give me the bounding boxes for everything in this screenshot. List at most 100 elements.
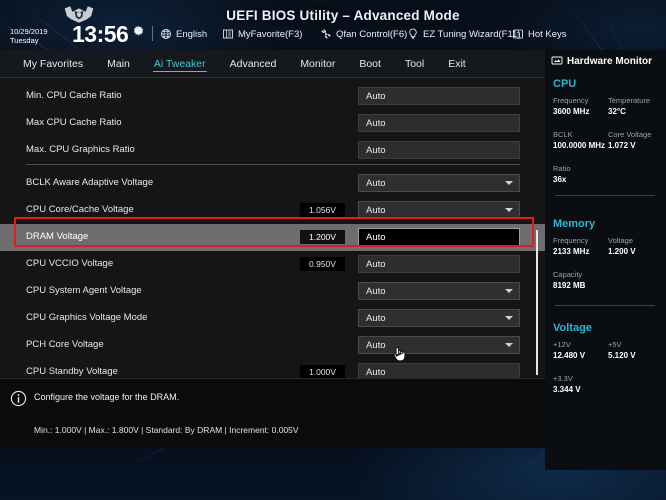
setting-dropdown[interactable]: Auto — [358, 201, 520, 219]
setting-label: DRAM Voltage — [26, 231, 89, 242]
setting-value-text: Auto — [366, 285, 386, 297]
setting-current-value: 1.200V — [300, 230, 345, 244]
settings-row[interactable]: CPU System Agent Voltage Auto — [0, 278, 545, 305]
date-display: 10/29/2019 Tuesday — [10, 27, 48, 45]
settings-row[interactable]: Max CPU Cache Ratio Auto — [0, 110, 545, 137]
gear-icon[interactable] — [132, 25, 145, 38]
sidebar-field-value: 3.344 V — [553, 385, 581, 394]
setting-input[interactable]: Auto — [358, 255, 520, 273]
sidebar-field-value: 3600 MHz — [553, 107, 590, 116]
hardware-monitor-title: Hardware Monitor — [567, 55, 653, 67]
sidebar-field-label: Ratio — [553, 164, 571, 173]
settings-row[interactable]: Max. CPU Graphics Ratio Auto — [0, 137, 545, 164]
settings-row[interactable]: DRAM Voltage 1.200V Auto — [0, 224, 545, 251]
tab-advanced[interactable]: Advanced — [229, 56, 278, 72]
myfavorite-button[interactable]: MyFavorite(F3) — [222, 28, 302, 40]
tab-my-favorites[interactable]: My Favorites — [22, 56, 84, 72]
setting-dropdown[interactable]: Auto — [358, 309, 520, 327]
setting-label: CPU Standby Voltage — [26, 366, 118, 377]
settings-row[interactable]: CPU Graphics Voltage Mode Auto — [0, 305, 545, 332]
sidebar-field-label: Frequency — [553, 236, 589, 245]
setting-dropdown[interactable]: Auto — [358, 174, 520, 192]
setting-value-text: Auto — [366, 144, 386, 156]
fan-icon — [321, 29, 331, 39]
setting-label: Max. CPU Graphics Ratio — [26, 144, 135, 155]
setting-input[interactable]: Auto — [358, 141, 520, 159]
setting-value-text: Auto — [366, 231, 386, 243]
setting-label: CPU System Agent Voltage — [26, 285, 142, 296]
language-button[interactable]: English — [160, 28, 207, 40]
chevron-down-icon — [505, 343, 513, 347]
tab-ai-tweaker[interactable]: Ai Tweaker — [152, 56, 207, 72]
setting-value-text: Auto — [366, 258, 386, 270]
qfan-control-button[interactable]: Qfan Control(F6) — [320, 28, 407, 40]
setting-current-value: 0.950V — [300, 257, 345, 271]
bios-footer: Last Modified EzMode(F7) Search on FAQ V… — [0, 448, 666, 500]
language-label: English — [176, 28, 208, 40]
hot-keys-label: Hot Keys — [528, 28, 567, 40]
setting-input[interactable]: Auto — [358, 87, 520, 105]
settings-row[interactable]: CPU Core/Cache Voltage 1.056V Auto — [0, 197, 545, 224]
settings-row[interactable]: PCH Core Voltage Auto — [0, 332, 545, 359]
bulb-icon — [409, 28, 417, 40]
book-icon — [223, 29, 233, 39]
tab-exit[interactable]: Exit — [447, 56, 467, 72]
sidebar-field-value: 8192 MB — [553, 281, 586, 290]
sidebar-field-label: Voltage — [608, 236, 634, 245]
sidebar-field-label: +3.3V — [553, 374, 573, 383]
setting-label: Min. CPU Cache Ratio — [26, 90, 122, 101]
sidebar-section-title: Memory — [553, 218, 596, 230]
setting-value-text: Auto — [366, 117, 386, 129]
setting-dropdown[interactable]: Auto — [358, 336, 520, 354]
bios-header: UEFI BIOS Utility – Advanced Mode 10/29/… — [0, 0, 666, 50]
setting-label: CPU VCCIO Voltage — [26, 258, 114, 269]
tab-tool[interactable]: Tool — [404, 56, 425, 72]
sidebar-section-title: CPU — [553, 78, 577, 90]
sidebar-field-label: BCLK — [553, 130, 573, 139]
setting-current-value: 1.056V — [300, 203, 345, 217]
qfan-control-label: Qfan Control(F6) — [336, 28, 408, 40]
ez-tuning-wizard-button[interactable]: EZ Tuning Wizard(F11) — [407, 28, 521, 40]
sidebar-field-value: 100.0000 MHz — [553, 141, 606, 150]
sidebar-field-value: 1.200 V — [608, 247, 636, 256]
sidebar-field-value: 5.120 V — [608, 351, 636, 360]
chevron-down-icon — [505, 316, 513, 320]
header-separator — [152, 26, 153, 41]
tab-boot[interactable]: Boot — [358, 56, 382, 72]
setting-value-text: Auto — [366, 204, 386, 216]
myfavorite-label: MyFavorite(F3) — [238, 28, 303, 40]
bios-screen: UEFI BIOS Utility – Advanced Mode 10/29/… — [0, 0, 666, 500]
setting-input[interactable]: Auto — [358, 228, 520, 246]
tab-monitor[interactable]: Monitor — [299, 56, 336, 72]
setting-value-text: Auto — [366, 366, 386, 378]
hardware-monitor-sidebar: Hardware Monitor CPU Frequency 3600 MHz Tem… — [545, 50, 666, 470]
sidebar-section-title: Voltage — [553, 322, 592, 334]
setting-label: CPU Graphics Voltage Mode — [26, 312, 148, 323]
setting-value-text: Auto — [366, 312, 386, 324]
help-range: Min.: 1.000V | Max.: 1.800V | Standard: … — [34, 425, 299, 435]
ez-tuning-wizard-label: EZ Tuning Wizard(F11) — [423, 28, 521, 40]
hardware-monitor-header: Hardware Monitor — [551, 55, 652, 67]
setting-label: CPU Core/Cache Voltage — [26, 204, 134, 215]
settings-row[interactable]: CPU VCCIO Voltage 0.950V Auto — [0, 251, 545, 278]
sidebar-field-label: Core Voltage — [608, 130, 652, 139]
sidebar-divider — [555, 305, 655, 306]
sidebar-field-value: 1.072 V — [608, 141, 636, 150]
sidebar-field-label: Capacity — [553, 270, 583, 279]
sidebar-field-label: Frequency — [553, 96, 589, 105]
setting-value-text: Auto — [366, 90, 386, 102]
main-navigation: My Favorites Main Ai Tweaker Advanced Monito… — [0, 50, 545, 77]
setting-input[interactable]: Auto — [358, 114, 520, 132]
hot-keys-button[interactable]: ? Hot Keys — [512, 28, 567, 40]
setting-dropdown[interactable]: Auto — [358, 282, 520, 300]
question-key-icon: ? — [513, 29, 523, 39]
chevron-down-icon — [505, 289, 513, 293]
tab-main[interactable]: Main — [106, 56, 131, 72]
sidebar-field-value: 36x — [553, 175, 567, 184]
setting-value-text: Auto — [366, 177, 386, 189]
settings-row[interactable]: Min. CPU Cache Ratio Auto — [0, 83, 545, 110]
sidebar-field-value: 2133 MHz — [553, 247, 590, 256]
settings-row[interactable]: BCLK Aware Adaptive Voltage Auto — [0, 170, 545, 197]
monitor-icon — [551, 56, 563, 65]
vertical-scrollbar[interactable] — [536, 230, 538, 375]
